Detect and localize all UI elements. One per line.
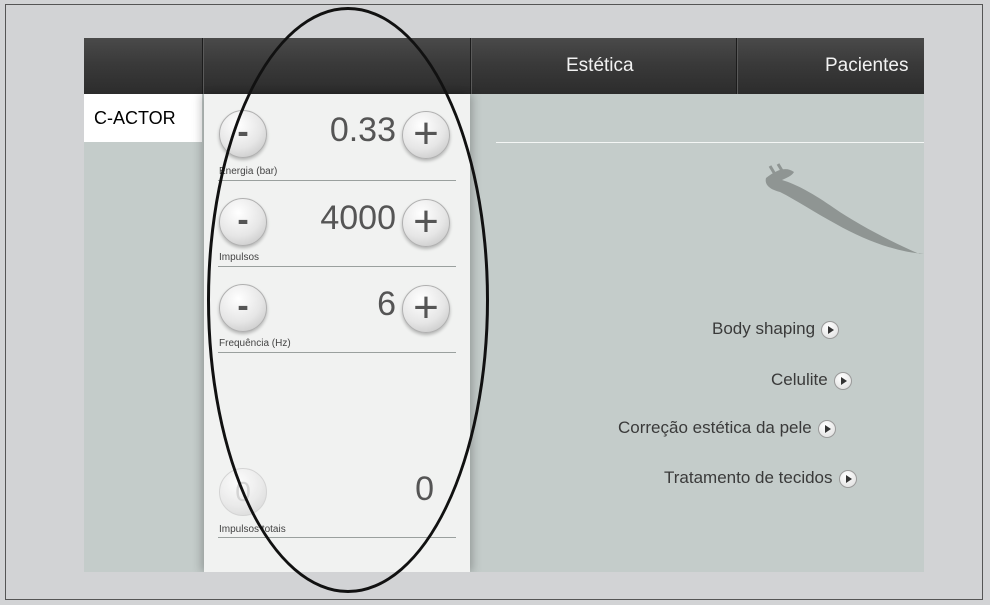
treatment-label: Celulite <box>771 370 828 389</box>
treatment-celulite[interactable]: Celulite <box>771 370 852 390</box>
body-silhouette-image <box>765 163 924 254</box>
reset-total-button[interactable]: 0 <box>219 468 267 516</box>
tab-pacientes[interactable]: Pacientes <box>825 38 908 94</box>
minus-icon: - <box>237 287 249 325</box>
treatment-body-shaping[interactable]: Body shaping <box>712 319 840 339</box>
tab-estetica[interactable]: Estética <box>566 38 634 94</box>
treatment-label: Body shaping <box>712 319 816 338</box>
controls-panel: - 0.33 + Energia (bar) - 4000 + Impulsos… <box>204 94 470 572</box>
minus-icon: - <box>237 201 249 239</box>
frequency-control: - 6 + Frequência (Hz) <box>204 268 456 358</box>
frequency-label: Frequência (Hz) <box>219 338 291 349</box>
product-tab[interactable]: C-ACTOR <box>84 94 202 142</box>
plus-icon: + <box>413 197 439 246</box>
nav-divider <box>736 38 737 94</box>
nav-divider <box>470 38 471 94</box>
play-icon <box>817 419 836 438</box>
plus-icon: + <box>413 283 439 332</box>
impulses-control: - 4000 + Impulsos <box>204 182 456 272</box>
impulses-value: 4000 <box>320 199 396 237</box>
divider <box>218 266 456 267</box>
total-impulses-control: 0 0 Impulsos totais <box>204 408 456 538</box>
divider <box>218 352 456 353</box>
energy-control: - 0.33 + Energia (bar) <box>204 94 456 184</box>
treatment-correcao-pele[interactable]: Correção estética da pele <box>618 418 836 438</box>
frequency-value: 6 <box>377 285 396 323</box>
total-impulses-value: 0 <box>415 470 434 508</box>
content-divider <box>496 142 924 143</box>
nav-divider <box>202 38 203 94</box>
treatment-tecidos[interactable]: Tratamento de tecidos <box>664 468 857 488</box>
top-navbar: Estética Pacientes <box>84 38 924 94</box>
play-icon <box>833 371 852 390</box>
energy-minus-button[interactable]: - <box>219 110 267 158</box>
frequency-minus-button[interactable]: - <box>219 284 267 332</box>
impulses-minus-button[interactable]: - <box>219 198 267 246</box>
energy-plus-button[interactable]: + <box>402 111 450 159</box>
impulses-plus-button[interactable]: + <box>402 199 450 247</box>
play-icon <box>838 469 857 488</box>
app-screen: Estética Pacientes C-ACTOR - 0.33 + Ener… <box>84 38 924 572</box>
frequency-plus-button[interactable]: + <box>402 285 450 333</box>
plus-icon: + <box>413 109 439 158</box>
minus-icon: - <box>237 113 249 151</box>
energy-value: 0.33 <box>329 111 396 149</box>
treatment-label: Correção estética da pele <box>618 418 812 437</box>
energy-label: Energia (bar) <box>219 166 278 177</box>
impulses-label: Impulsos <box>219 252 260 263</box>
treatment-label: Tratamento de tecidos <box>664 468 833 487</box>
play-icon <box>821 320 840 339</box>
divider <box>218 180 456 181</box>
total-impulses-label: Impulsos totais <box>219 524 286 535</box>
divider <box>218 537 456 538</box>
